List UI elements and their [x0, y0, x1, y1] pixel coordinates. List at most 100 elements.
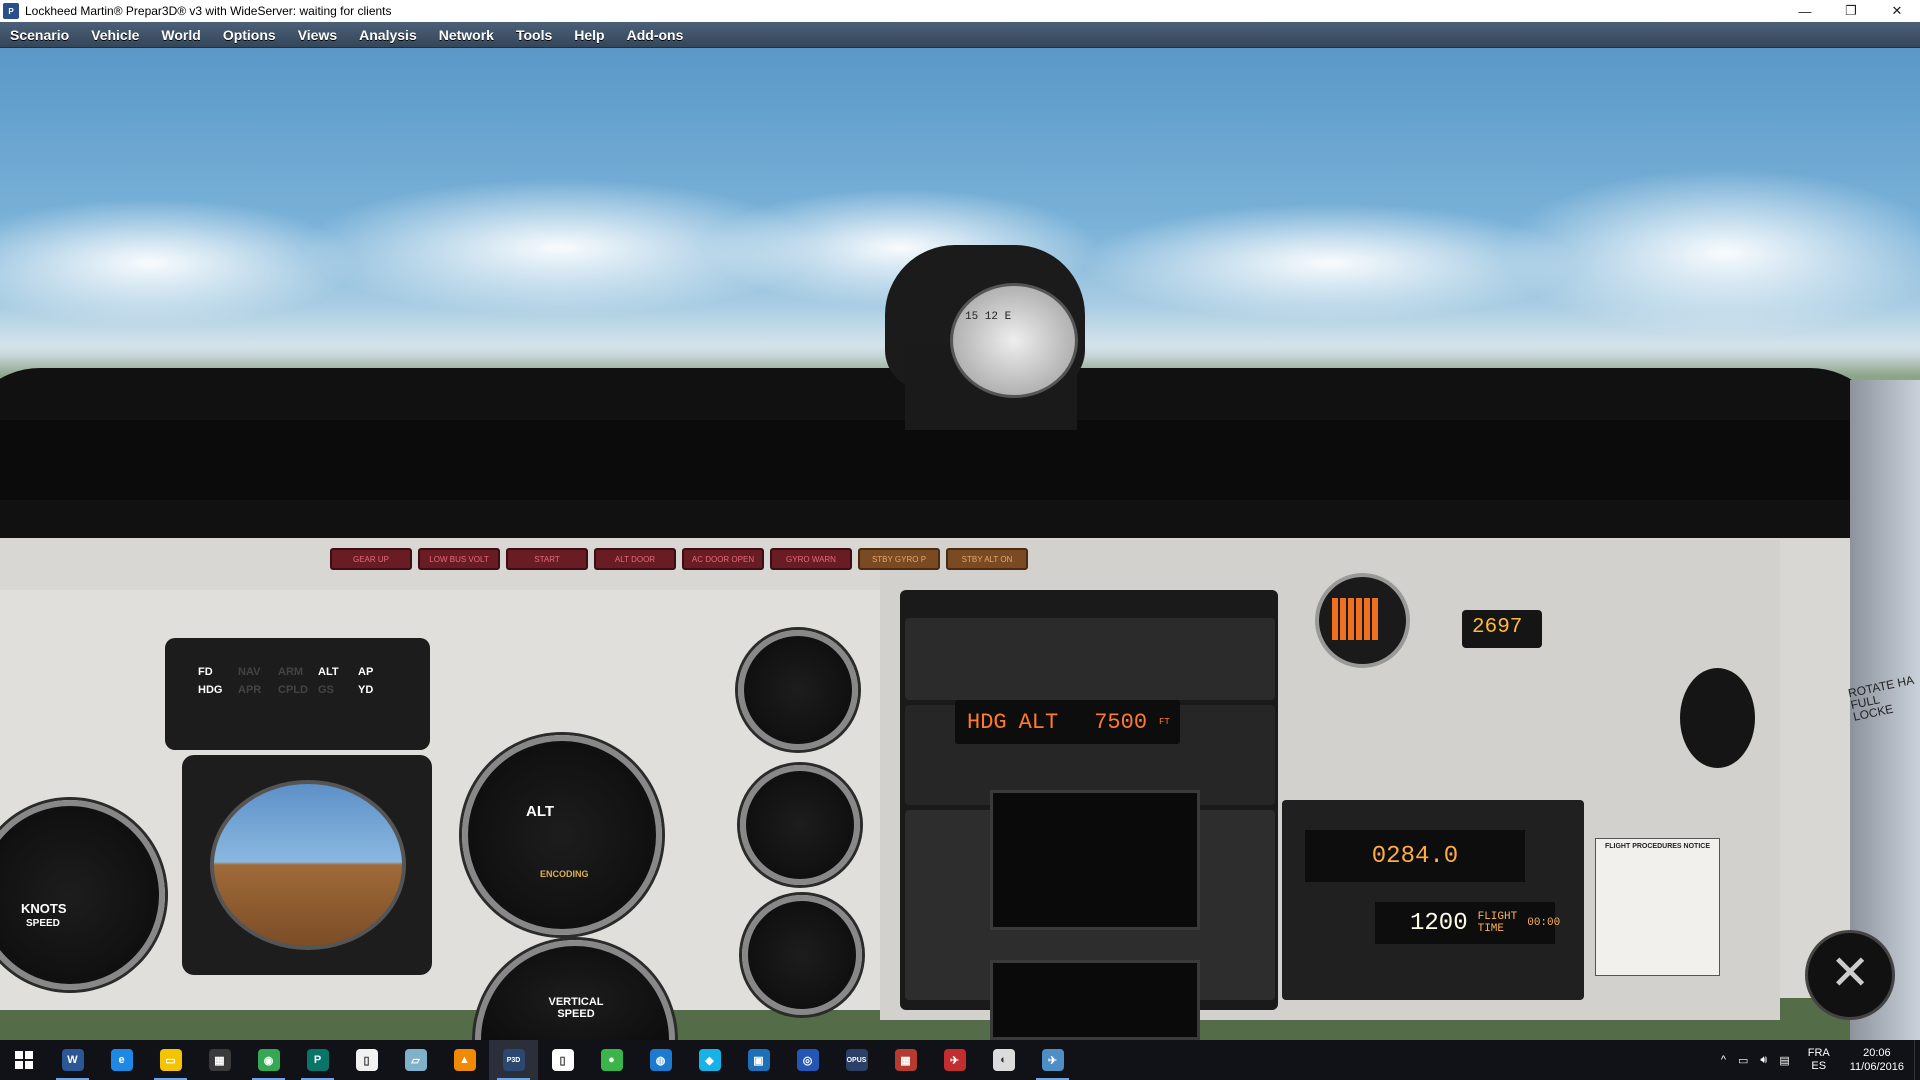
- flight-time-label: FLIGHT TIME: [1477, 911, 1518, 935]
- action-center-icon[interactable]: ▤: [1773, 1054, 1795, 1067]
- taskbar-app-button[interactable]: ◐: [979, 1040, 1028, 1080]
- egt-bar: [1332, 598, 1338, 640]
- gps-screen[interactable]: [990, 790, 1200, 930]
- opus-icon: OPUS: [845, 1049, 868, 1071]
- vlc-icon: ▲: [453, 1049, 476, 1071]
- menu-vehicle[interactable]: Vehicle: [83, 27, 147, 43]
- taskbar-app-button[interactable]: ▲: [440, 1040, 489, 1080]
- fd-mode-grid: FD NAV ARM ALT AP HDG APR CPLD GS YD: [198, 666, 418, 696]
- taskbar-app-button[interactable]: P: [293, 1040, 342, 1080]
- ap-mode-hdg: HDG: [967, 709, 1007, 735]
- taskbar-app-button[interactable]: P3D: [489, 1040, 538, 1080]
- taskbar-app-button[interactable]: ◆: [685, 1040, 734, 1080]
- glareshield-top: [0, 420, 1920, 500]
- taskbar-app-button[interactable]: ▣: [734, 1040, 783, 1080]
- annunciator-start[interactable]: START: [506, 548, 588, 570]
- kodi-icon: ◆: [698, 1049, 721, 1071]
- menu-help[interactable]: Help: [566, 27, 612, 43]
- volume-icon[interactable]: 🔊︎: [1754, 1054, 1773, 1067]
- taskbar-app-button[interactable]: ✈: [1028, 1040, 1077, 1080]
- gps-screen-secondary[interactable]: [990, 960, 1200, 1040]
- ap-altitude-unit: FT: [1159, 717, 1170, 727]
- egt-bar: [1372, 598, 1378, 640]
- taskbar: We ▭ ▦ ◉ P ▯ ▱ ▲ P3D ▯ ● ◍ ◆ ▣ ◎ OPUS ▦ ✈ ◐ ✈ ^ ▭ 🔊︎ ▤ FRA …: [0, 1040, 1920, 1080]
- menu-scenario[interactable]: Scenario: [2, 27, 77, 43]
- attitude-indicator: [210, 780, 406, 950]
- taskbar-app-button[interactable]: ◍: [636, 1040, 685, 1080]
- x-logo-icon: ✕: [1830, 947, 1871, 1000]
- cloud: [1500, 168, 1920, 338]
- speaker: [1680, 668, 1755, 768]
- menu-analysis[interactable]: Analysis: [351, 27, 425, 43]
- autopilot-display: HDG ALT 7500 FT: [955, 700, 1180, 744]
- colorful-app-icon: ▦: [894, 1049, 917, 1071]
- clock[interactable]: 20:06 11/06/2016: [1842, 1046, 1914, 1075]
- taskbar-app-button[interactable]: ▯: [538, 1040, 587, 1080]
- fd-mode-fd: FD: [198, 666, 213, 678]
- language-indicator[interactable]: FRA ES: [1796, 1047, 1842, 1073]
- menu-views[interactable]: Views: [290, 27, 345, 43]
- window-title: Lockheed Martin® Prepar3D® v3 with WideS…: [25, 4, 392, 18]
- fd-mode-alt: ALT: [318, 666, 339, 678]
- hobbs-value: 2697: [1472, 616, 1523, 639]
- menu-network[interactable]: Network: [431, 27, 502, 43]
- adf-frequency: 0284.0: [1305, 830, 1525, 882]
- prepar3d-icon: P3D: [502, 1049, 525, 1071]
- fd-mode-yd: YD: [358, 684, 374, 696]
- taskbar-app-button[interactable]: ▯: [342, 1040, 391, 1080]
- taskbar-app-button[interactable]: ▭: [146, 1040, 195, 1080]
- clock-time: 20:06: [1863, 1046, 1891, 1059]
- taskbar-app-button[interactable]: e: [97, 1040, 146, 1080]
- word-icon: W: [61, 1049, 84, 1071]
- manifold-pressure-gauge: [738, 630, 858, 750]
- menu-tools[interactable]: Tools: [508, 27, 560, 43]
- annunciator-stby-gyro[interactable]: STBY GYRO P: [858, 548, 940, 570]
- audio-panel[interactable]: [905, 618, 1275, 700]
- language-top: FRA: [1807, 1046, 1830, 1059]
- annunciator-row: GEAR UP LOW BUS VOLT START ALT DOOR AC D…: [330, 548, 1028, 570]
- show-desktop-button[interactable]: [1914, 1040, 1920, 1080]
- document-icon: ▯: [355, 1049, 378, 1071]
- annunciator-alt-door[interactable]: ALT DOOR: [594, 548, 676, 570]
- ap-altitude-value: 7500: [1094, 709, 1148, 735]
- menu-add-ons[interactable]: Add-ons: [619, 27, 692, 43]
- fd-mode-nav: NAV: [238, 666, 261, 678]
- network-icon[interactable]: ▭: [1732, 1054, 1754, 1067]
- placard-title: FLIGHT PROCEDURES NOTICE: [1604, 843, 1710, 850]
- annunciator-stby-alt-on[interactable]: STBY ALT ON: [946, 548, 1028, 570]
- annunciator-gear-up[interactable]: GEAR UP: [330, 548, 412, 570]
- network-app-icon: ◍: [649, 1049, 672, 1071]
- taskbar-pinned-apps: We ▭ ▦ ◉ P ▯ ▱ ▲ P3D ▯ ● ◍ ◆ ▣ ◎ OPUS ▦ ✈ ◐ ✈: [48, 1040, 1077, 1080]
- blank-file-icon: ▯: [551, 1049, 574, 1071]
- altimeter-encoding: ENCODING: [540, 869, 589, 879]
- start-button[interactable]: [0, 1040, 48, 1080]
- menu-world[interactable]: World: [153, 27, 208, 43]
- restore-button[interactable]: ❐: [1828, 0, 1874, 22]
- publisher-icon: P: [306, 1049, 329, 1071]
- egt-bar: [1340, 598, 1346, 640]
- globe-icon: ◎: [796, 1049, 819, 1071]
- taskbar-app-button[interactable]: OPUS: [832, 1040, 881, 1080]
- title-bar: P Lockheed Martin® Prepar3D® v3 with Wid…: [0, 0, 1920, 22]
- taskbar-app-button[interactable]: ◉: [244, 1040, 293, 1080]
- taskbar-app-button[interactable]: ●: [587, 1040, 636, 1080]
- taskbar-app-button[interactable]: ▱: [391, 1040, 440, 1080]
- tray-chevron-icon[interactable]: ^: [1715, 1054, 1732, 1066]
- fd-mode-gs: GS: [318, 684, 334, 696]
- clock-date: 11/06/2016: [1849, 1061, 1904, 1073]
- annunciator-low-bus-volt[interactable]: LOW BUS VOLT: [418, 548, 500, 570]
- annunciator-gyro-warn[interactable]: GYRO WARN: [770, 548, 852, 570]
- minimize-button[interactable]: —: [1782, 0, 1828, 22]
- fd-mode-arm: ARM: [278, 666, 304, 678]
- airspeed-label: KNOTS: [21, 901, 67, 916]
- close-button[interactable]: ✕: [1874, 0, 1920, 22]
- annunciator-ac-door-open[interactable]: AC DOOR OPEN: [682, 548, 764, 570]
- taskbar-app-button[interactable]: ◎: [783, 1040, 832, 1080]
- taskbar-app-button[interactable]: ▦: [881, 1040, 930, 1080]
- vsi-label: VERTICAL SPEED: [548, 996, 604, 1020]
- taskbar-app-button[interactable]: ▦: [195, 1040, 244, 1080]
- menu-bar: Scenario Vehicle World Options Views Ana…: [0, 22, 1920, 48]
- taskbar-app-button[interactable]: W: [48, 1040, 97, 1080]
- taskbar-app-button[interactable]: ✈: [930, 1040, 979, 1080]
- menu-options[interactable]: Options: [215, 27, 284, 43]
